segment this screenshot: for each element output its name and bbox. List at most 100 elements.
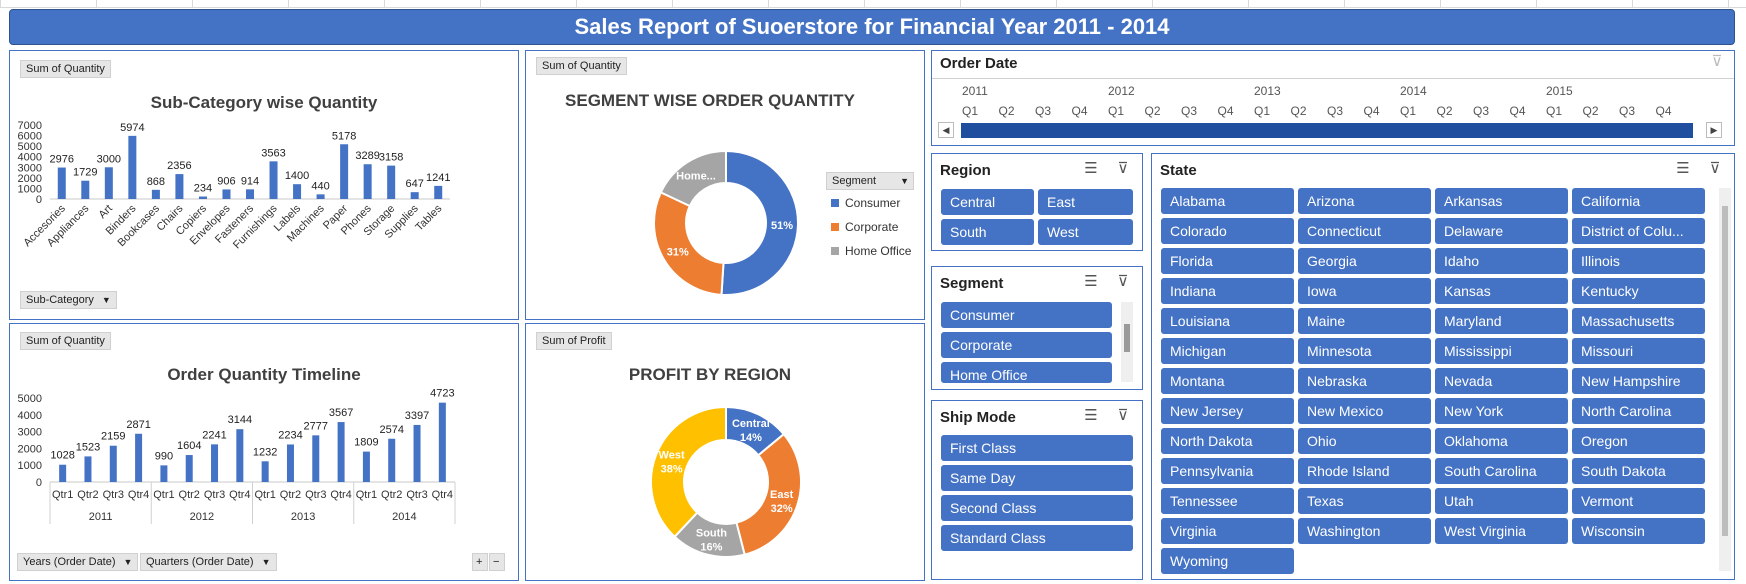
timeline-quarter-label[interactable]: Q3 — [1327, 104, 1343, 118]
state-item[interactable]: Georgia — [1298, 248, 1431, 274]
timeline-quarter-label[interactable]: Q4 — [1656, 104, 1672, 118]
timeline-quarter-label[interactable]: Q4 — [1218, 104, 1234, 118]
state-item[interactable]: Indiana — [1161, 278, 1294, 304]
state-item[interactable]: Kansas — [1435, 278, 1568, 304]
sum-of-quantity-field-button[interactable]: Sum of Quantity — [20, 60, 111, 78]
state-item[interactable]: Delaware — [1435, 218, 1568, 244]
timeline-selection-bar[interactable] — [961, 123, 1693, 138]
state-item[interactable]: Louisiana — [1161, 308, 1294, 334]
region-item-central[interactable]: Central — [941, 189, 1034, 215]
timeline-quarter-label[interactable]: Q4 — [1364, 104, 1380, 118]
state-item[interactable]: Massachusetts — [1572, 308, 1705, 334]
segment-item-home-office[interactable]: Home Office — [941, 362, 1112, 383]
sub-category-axis-button[interactable]: Sub-Category ▼ — [20, 291, 117, 309]
ship-mode-item[interactable]: Standard Class — [941, 525, 1133, 551]
timeline-quarter-label[interactable]: Q2 — [1291, 104, 1307, 118]
state-item[interactable]: Alabama — [1161, 188, 1294, 214]
state-item[interactable]: Iowa — [1298, 278, 1431, 304]
state-item[interactable]: Illinois — [1572, 248, 1705, 274]
state-item[interactable]: West Virginia — [1435, 518, 1568, 544]
state-item[interactable]: Texas — [1298, 488, 1431, 514]
state-item[interactable]: Wisconsin — [1572, 518, 1705, 544]
timeline-quarter-label[interactable]: Q2 — [1437, 104, 1453, 118]
multi-select-icon[interactable]: ☰ — [1672, 160, 1694, 178]
clear-filter-icon[interactable]: ⊽ — [1112, 407, 1134, 425]
timeline-quarter-label[interactable]: Q1 — [1108, 104, 1124, 118]
scrollbar-thumb[interactable] — [1722, 206, 1728, 536]
state-slicer[interactable]: State ☰ ⊽ Alabama Arizona Arkansas Californ… — [1151, 153, 1735, 580]
state-item[interactable]: Minnesota — [1298, 338, 1431, 364]
timeline-quarter-label[interactable]: Q4 — [1510, 104, 1526, 118]
ship-mode-slicer[interactable]: Ship Mode ☰ ⊽ First Class Same Day Secon… — [931, 400, 1143, 580]
multi-select-icon[interactable]: ☰ — [1080, 407, 1102, 425]
state-item[interactable]: Rhode Island — [1298, 458, 1431, 484]
segment-chart-panel[interactable]: Sum of Quantity SEGMENT WISE ORDER QUANT… — [525, 50, 925, 320]
state-item[interactable]: Colorado — [1161, 218, 1294, 244]
state-item[interactable]: Arizona — [1298, 188, 1431, 214]
timeline-quarter-label[interactable]: Q2 — [1583, 104, 1599, 118]
years-axis-button[interactable]: Years (Order Date) ▼ — [17, 553, 139, 571]
clear-filter-icon[interactable]: ⊽ — [1112, 160, 1134, 178]
region-item-east[interactable]: East — [1038, 189, 1133, 215]
ship-mode-item[interactable]: Same Day — [941, 465, 1133, 491]
state-item[interactable]: Pennsylvania — [1161, 458, 1294, 484]
state-item[interactable]: Florida — [1161, 248, 1294, 274]
state-item[interactable]: South Dakota — [1572, 458, 1705, 484]
segment-item-corporate[interactable]: Corporate — [941, 332, 1112, 358]
segment-slicer[interactable]: Segment ☰ ⊽ Consumer Corporate Home Offi… — [931, 266, 1143, 390]
state-item[interactable]: California — [1572, 188, 1705, 214]
state-item[interactable]: Idaho — [1435, 248, 1568, 274]
multi-select-icon[interactable]: ☰ — [1080, 160, 1102, 178]
region-slicer[interactable]: Region ☰ ⊽ Central East South West — [931, 153, 1143, 251]
profit-chart-panel[interactable]: Sum of Profit PROFIT BY REGION Central 14… — [525, 323, 925, 581]
collapse-button[interactable]: − — [489, 553, 505, 571]
segment-legend-button[interactable]: Segment ▼ — [826, 172, 914, 190]
state-item[interactable]: Oregon — [1572, 428, 1705, 454]
state-item[interactable]: Utah — [1435, 488, 1568, 514]
multi-select-icon[interactable]: ☰ — [1080, 273, 1102, 291]
scrollbar-thumb[interactable] — [1124, 324, 1130, 352]
clear-filter-icon[interactable]: ⊽ — [1704, 160, 1726, 178]
state-item[interactable]: Oklahoma — [1435, 428, 1568, 454]
timeline-chart-panel[interactable]: Sum of Quantity Order Quantity Timeline … — [9, 323, 519, 581]
state-item[interactable]: New Mexico — [1298, 398, 1431, 424]
order-date-timeline[interactable]: Order Date ⊽ 2011 2012 2013 2014 2015 Q1 Q2 Q3… — [931, 50, 1735, 146]
clear-filter-icon[interactable]: ⊽ — [1706, 53, 1728, 71]
region-item-south[interactable]: South — [941, 219, 1034, 245]
state-item[interactable]: Michigan — [1161, 338, 1294, 364]
slicer-scrollbar[interactable] — [1719, 188, 1731, 571]
state-item[interactable]: Arkansas — [1435, 188, 1568, 214]
state-item[interactable]: Missouri — [1572, 338, 1705, 364]
state-item[interactable]: New Jersey — [1161, 398, 1294, 424]
timeline-quarter-label[interactable]: Q2 — [999, 104, 1015, 118]
region-item-west[interactable]: West — [1038, 219, 1133, 245]
state-item[interactable]: Maine — [1298, 308, 1431, 334]
timeline-quarter-label[interactable]: Q1 — [1546, 104, 1562, 118]
state-item[interactable]: New Hampshire — [1572, 368, 1705, 394]
timeline-quarter-label[interactable]: Q1 — [1400, 104, 1416, 118]
clear-filter-icon[interactable]: ⊽ — [1112, 273, 1134, 291]
state-item[interactable]: Wyoming — [1161, 548, 1294, 574]
slicer-scrollbar[interactable] — [1121, 302, 1133, 382]
timeline-quarter-label[interactable]: Q4 — [1072, 104, 1088, 118]
scroll-left-arrow-icon[interactable]: ◀ — [938, 122, 954, 138]
state-item[interactable]: North Dakota — [1161, 428, 1294, 454]
sum-of-quantity-field-button[interactable]: Sum of Quantity — [536, 57, 627, 75]
timeline-quarter-label[interactable]: Q2 — [1145, 104, 1161, 118]
ship-mode-item[interactable]: Second Class — [941, 495, 1133, 521]
state-item[interactable]: Nebraska — [1298, 368, 1431, 394]
timeline-quarter-label[interactable]: Q3 — [1619, 104, 1635, 118]
state-item[interactable]: Connecticut — [1298, 218, 1431, 244]
ship-mode-item[interactable]: First Class — [941, 435, 1133, 461]
state-item[interactable]: Virginia — [1161, 518, 1294, 544]
expand-button[interactable]: + — [472, 553, 488, 571]
state-item[interactable]: Vermont — [1572, 488, 1705, 514]
subcategory-chart-panel[interactable]: Sum of Quantity Sub-Category wise Quanti… — [9, 50, 519, 320]
state-item[interactable]: Nevada — [1435, 368, 1568, 394]
scroll-right-arrow-icon[interactable]: ▶ — [1706, 122, 1722, 138]
segment-item-consumer[interactable]: Consumer — [941, 302, 1112, 328]
sum-of-quantity-field-button[interactable]: Sum of Quantity — [20, 332, 111, 350]
timeline-quarter-label[interactable]: Q1 — [962, 104, 978, 118]
state-item[interactable]: District of Colu... — [1572, 218, 1705, 244]
state-item[interactable]: Montana — [1161, 368, 1294, 394]
